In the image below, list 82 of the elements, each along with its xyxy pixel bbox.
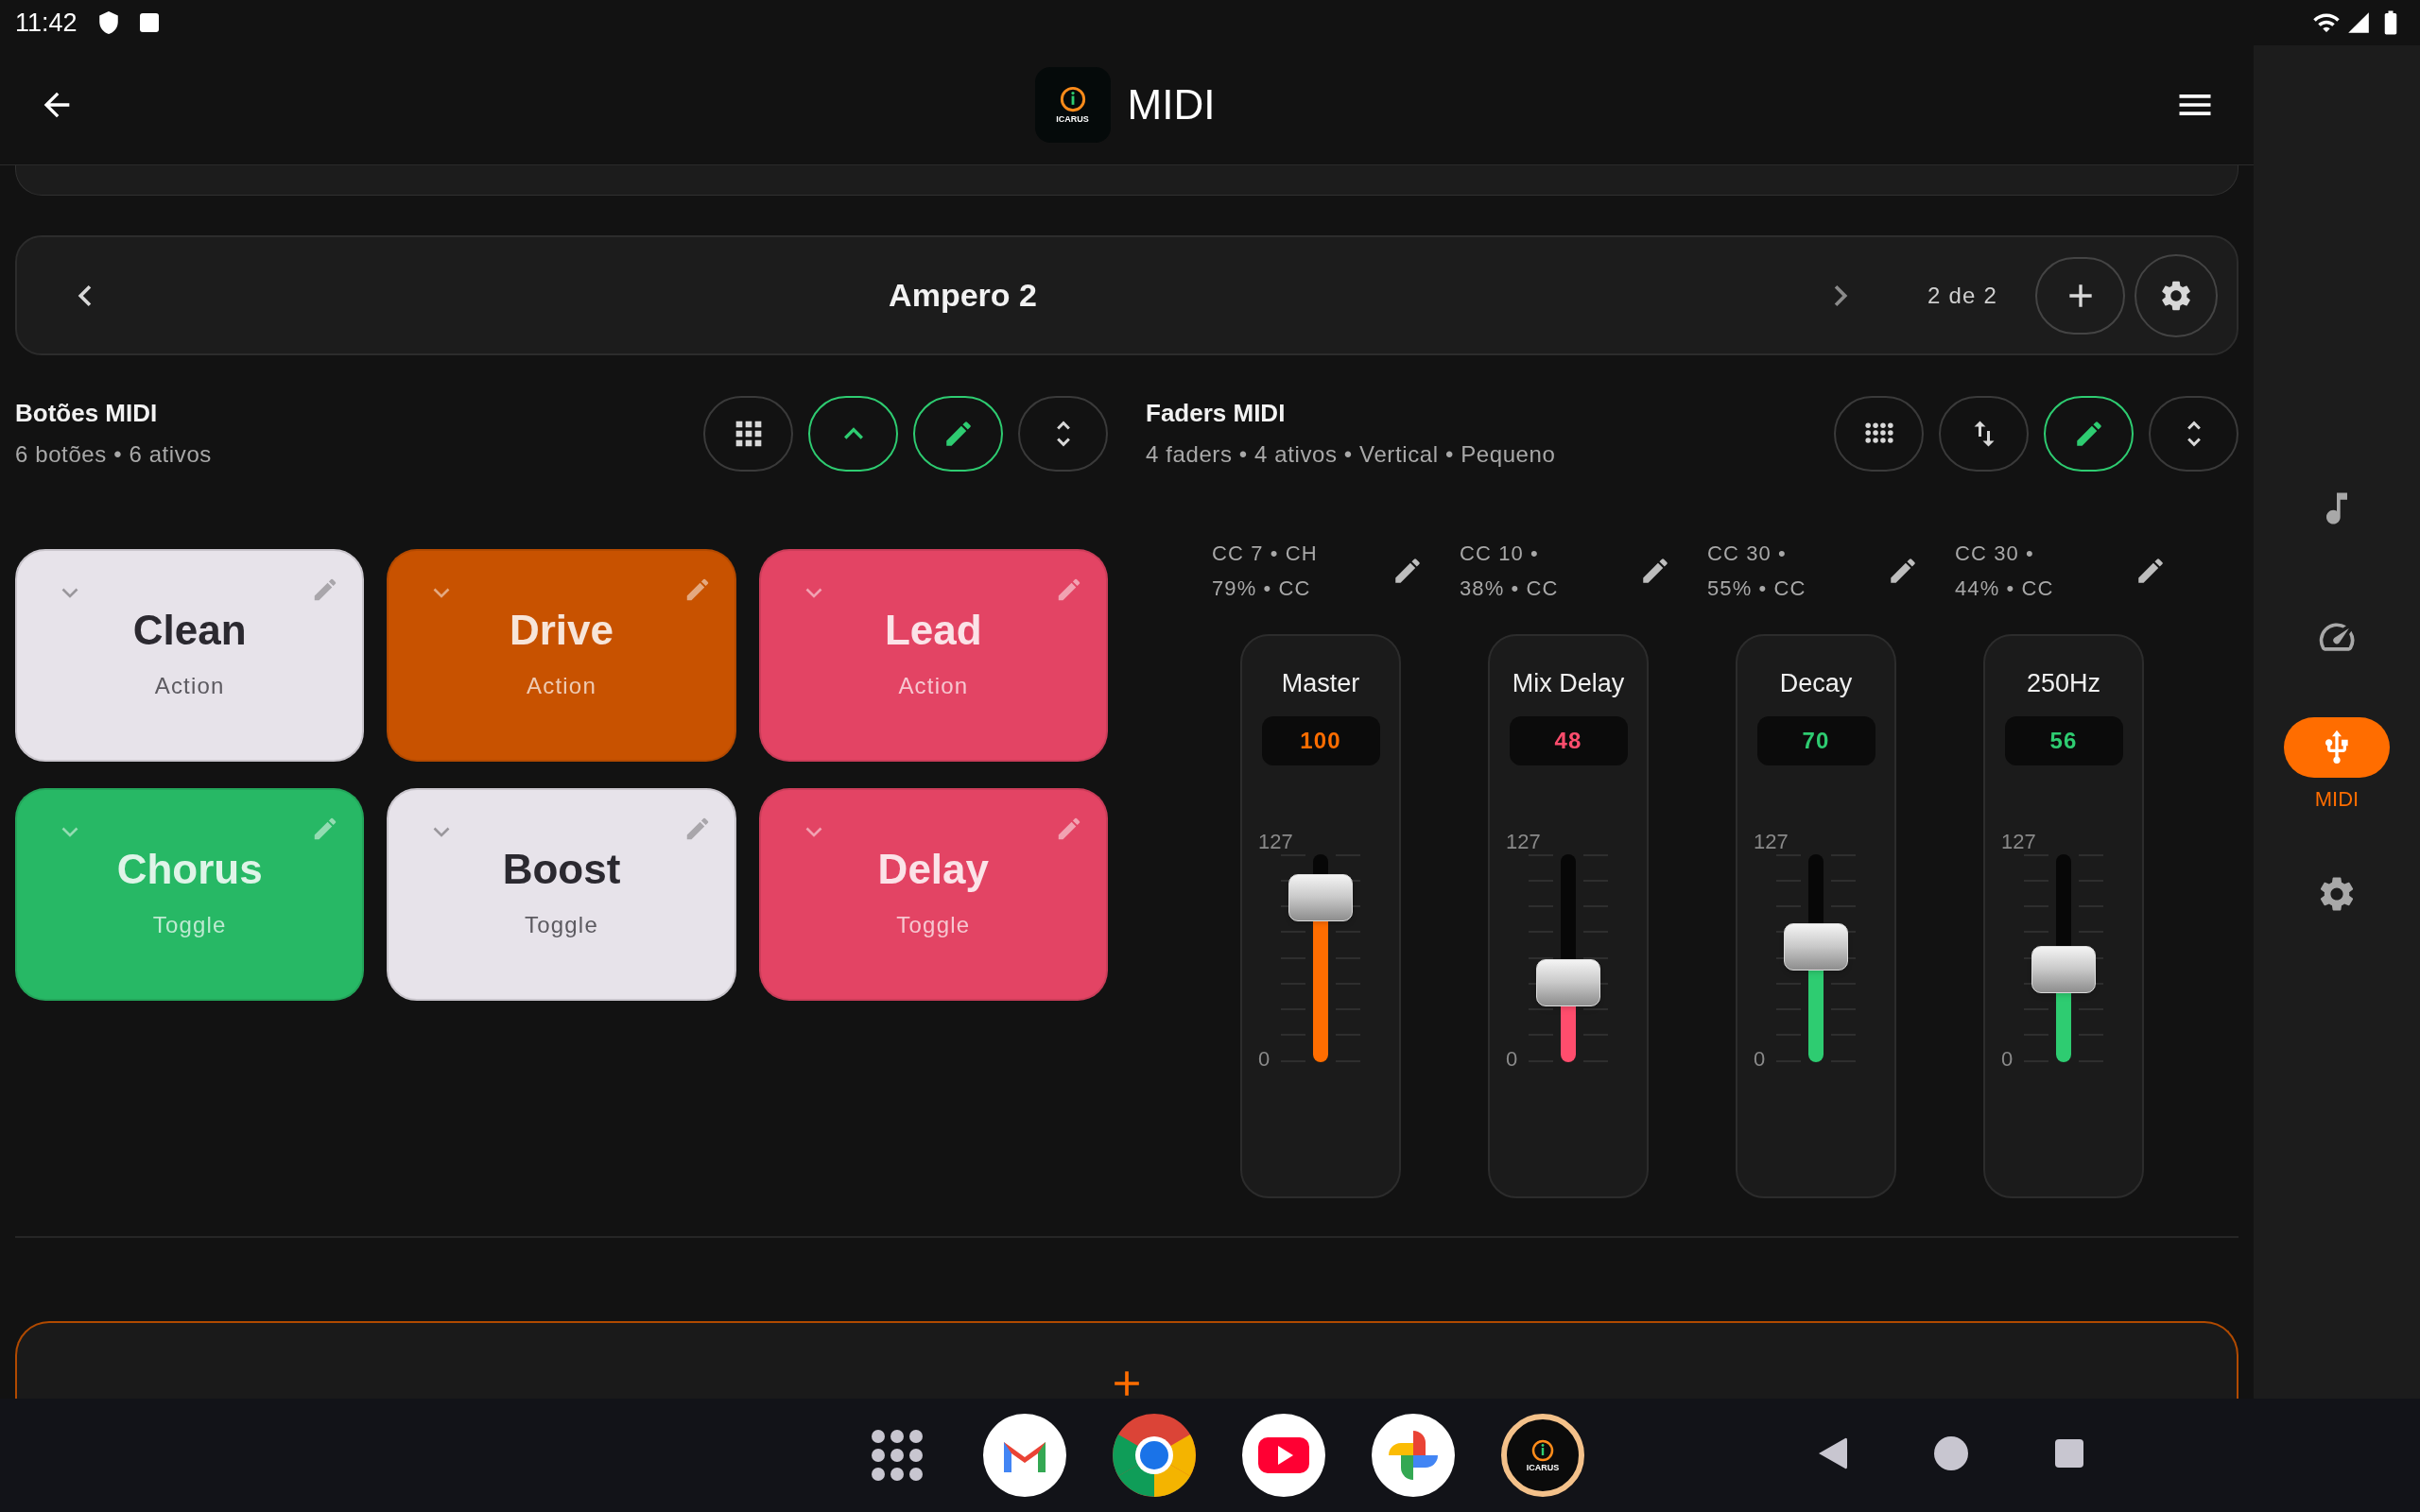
- scale-min-label: 0: [1258, 1048, 1270, 1070]
- settings-button[interactable]: [2135, 253, 2218, 337]
- button-type: Action: [154, 671, 225, 700]
- notification-icon: [139, 13, 159, 32]
- recents-icon[interactable]: [2053, 1437, 2085, 1469]
- button-label: Delay: [877, 844, 990, 894]
- fader-info: 79% • CC: [1212, 575, 1312, 602]
- section-subtitle: 6 botões • 6 ativos: [15, 440, 212, 469]
- fader-value: 56: [2004, 715, 2123, 765]
- chevron-down-icon: [433, 827, 451, 837]
- midi-button[interactable]: Drive Action: [387, 549, 736, 762]
- toolbar-button[interactable]: [2044, 395, 2134, 472]
- scale-max-label: 127: [1258, 831, 1293, 852]
- home-icon[interactable]: [1932, 1435, 1970, 1472]
- icarus-app-button[interactable]: ICARUS: [1501, 1414, 1584, 1497]
- rail-label: MIDI: [2314, 785, 2360, 813]
- button-type: Action: [898, 671, 969, 700]
- fader-thumb[interactable]: [2031, 946, 2096, 994]
- scale-max-label: 127: [1506, 831, 1541, 852]
- scale-min-label: 0: [1506, 1048, 1518, 1070]
- scale-min-label: 0: [2001, 1048, 2014, 1070]
- fader-value: 70: [1756, 715, 1876, 765]
- add-button[interactable]: [2035, 256, 2125, 335]
- button-type: Action: [527, 671, 596, 700]
- fader-thumb[interactable]: [1536, 959, 1600, 1007]
- button-type: Toggle: [525, 910, 598, 939]
- button-label: Drive: [509, 605, 614, 655]
- chevron-down-icon: [804, 827, 822, 837]
- toolbar-button[interactable]: [703, 395, 793, 472]
- mail-icon[interactable]: [983, 1414, 1066, 1497]
- button-label: Lead: [884, 605, 982, 655]
- toolbar-button[interactable]: [1834, 395, 1924, 472]
- app-logo: ICARUS: [1034, 67, 1111, 143]
- fader-thumb[interactable]: [1784, 923, 1848, 971]
- midi-button[interactable]: Delay Toggle: [758, 788, 1108, 1001]
- status-time: 11:42: [15, 7, 78, 39]
- chevron-down-icon: [61, 827, 78, 837]
- fader-name: Decay: [1779, 668, 1853, 699]
- button-type: Toggle: [152, 910, 227, 939]
- preset-title: Ampero 2: [888, 276, 1038, 315]
- fader-name: 250Hz: [2026, 668, 2100, 699]
- fader-info: 55% • CC: [1707, 575, 1806, 602]
- fader-info: CC 30 •: [1955, 540, 2035, 567]
- dots-grid-icon: [1864, 422, 1893, 444]
- chevron-down-icon: [804, 588, 822, 598]
- fader-value: 48: [1509, 715, 1628, 765]
- fader-info: CC 7 • CH: [1212, 540, 1318, 567]
- fader-value: 100: [1261, 715, 1380, 765]
- button-type: Toggle: [896, 910, 971, 939]
- toolbar-button[interactable]: [913, 395, 1003, 472]
- section-title: Botões MIDI: [15, 398, 159, 429]
- page-title: MIDI: [1127, 80, 1216, 129]
- scale-min-label: 0: [1754, 1048, 1766, 1070]
- fader-info: CC 10 •: [1460, 540, 1540, 567]
- pinwheel-icon[interactable]: [1372, 1414, 1455, 1497]
- fader-info: 44% • CC: [1955, 575, 2054, 602]
- midi-button[interactable]: Lead Action: [758, 549, 1108, 762]
- chevron-down-icon: [61, 588, 78, 598]
- toolbar-button[interactable]: [808, 395, 898, 472]
- button-label: Clean: [132, 605, 247, 655]
- button-label: Boost: [502, 844, 621, 894]
- logo-icon: [1531, 1438, 1554, 1462]
- browser-icon[interactable]: [1113, 1414, 1196, 1497]
- app-drawer-icon: [870, 1429, 924, 1482]
- fader-thumb[interactable]: [1288, 874, 1353, 922]
- signal-icon: [2346, 10, 2371, 35]
- section-subtitle: 4 faders • 4 ativos • Vertical • Pequeno: [1146, 440, 1556, 469]
- midi-button[interactable]: Chorus Toggle: [15, 788, 365, 1001]
- fader-name: Mix Delay: [1512, 668, 1625, 699]
- video-app-icon[interactable]: [1242, 1414, 1325, 1497]
- midi-button[interactable]: Boost Toggle: [387, 788, 736, 1001]
- fader-info: CC 30 •: [1707, 540, 1788, 567]
- fader-info: 38% • CC: [1460, 575, 1559, 602]
- scale-max-label: 127: [1754, 831, 1789, 852]
- midi-button[interactable]: Clean Action: [15, 549, 365, 762]
- page-count: 2 de 2: [1927, 281, 1997, 310]
- chevron-down-icon: [433, 588, 451, 598]
- button-label: Chorus: [116, 844, 263, 894]
- fader-name: Master: [1281, 668, 1360, 699]
- logo-icon: [1059, 86, 1086, 112]
- scale-max-label: 127: [2001, 831, 2036, 852]
- section-title: Faders MIDI: [1146, 398, 1287, 429]
